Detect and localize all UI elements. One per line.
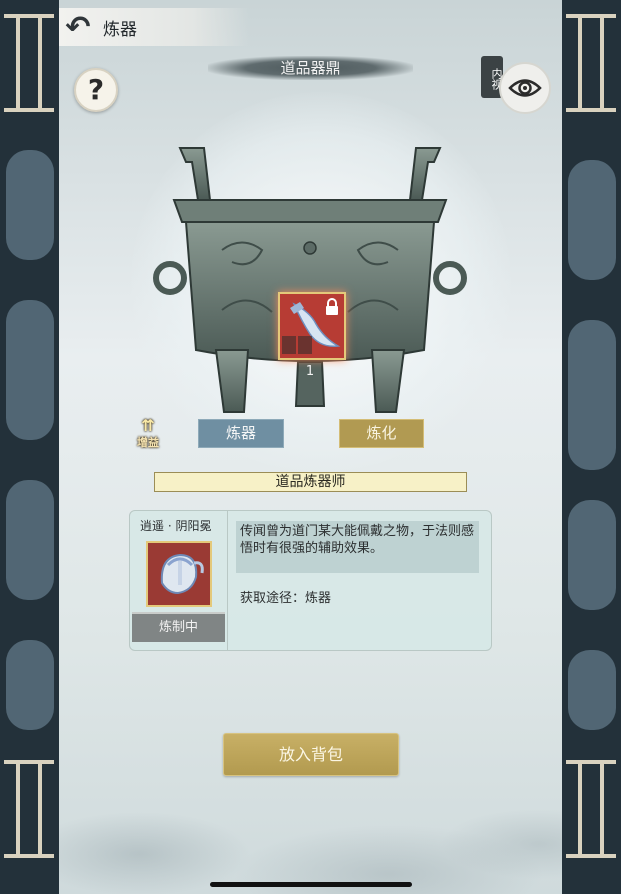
- lattice-ornament: [4, 760, 54, 858]
- question-icon: ?: [87, 73, 105, 106]
- item-description: 传闻曾为道门某大能佩戴之物，于法则感悟时有很强的辅助效果。: [236, 521, 479, 573]
- up-arrows-icon: ⇈: [141, 416, 155, 435]
- cloud-pattern: [568, 500, 616, 610]
- cloud-pattern: [6, 640, 54, 730]
- cloud-pattern: [568, 650, 616, 730]
- tab-refine[interactable]: 炼器: [198, 419, 284, 448]
- cauldron-item-slot[interactable]: [278, 292, 346, 360]
- boost-button[interactable]: ⇈ 增益: [133, 418, 163, 450]
- item-info-panel: 逍遥 · 阴阳冕 炼制中 传闻曾为道门某大能佩戴之物，于法则感悟时有很强的辅助效…: [129, 510, 492, 651]
- cloud-pattern: [568, 320, 616, 470]
- put-in-bag-button[interactable]: 放入背包: [223, 733, 399, 776]
- help-button[interactable]: ?: [74, 68, 118, 112]
- item-count: 1: [305, 364, 315, 379]
- craftsman-title: 道品炼器师: [154, 472, 467, 492]
- top-bar: ↶ 炼器: [59, 8, 249, 46]
- right-border-decoration: [562, 0, 621, 894]
- cloud-pattern: [6, 150, 54, 260]
- status-badge: 炼制中: [132, 612, 225, 642]
- item-summary: 逍遥 · 阴阳冕 炼制中: [130, 511, 228, 650]
- home-indicator: [210, 882, 412, 887]
- lattice-ornament: [566, 760, 616, 858]
- lock-icon: [326, 298, 338, 315]
- back-button[interactable]: ↶: [59, 8, 97, 46]
- cloud-pattern: [568, 160, 616, 280]
- cloud-pattern: [6, 300, 54, 440]
- lattice-ornament: [4, 14, 54, 112]
- inner-view-button[interactable]: 内视: [481, 56, 551, 116]
- cauldron-title: 道品器鼎: [208, 56, 413, 80]
- left-border-decoration: [0, 0, 59, 894]
- helmet-icon[interactable]: [146, 541, 212, 607]
- cloud-pattern: [6, 480, 54, 600]
- item-source: 获取途径：炼器: [240, 591, 332, 606]
- eye-icon: [499, 62, 551, 114]
- lattice-ornament: [566, 14, 616, 112]
- back-arrow-icon: ↶: [65, 9, 91, 45]
- tab-transform[interactable]: 炼化: [339, 419, 424, 448]
- page-title: 炼器: [103, 19, 137, 40]
- boost-label: 增益: [137, 436, 159, 449]
- item-name: 逍遥 · 阴阳冕: [140, 519, 212, 533]
